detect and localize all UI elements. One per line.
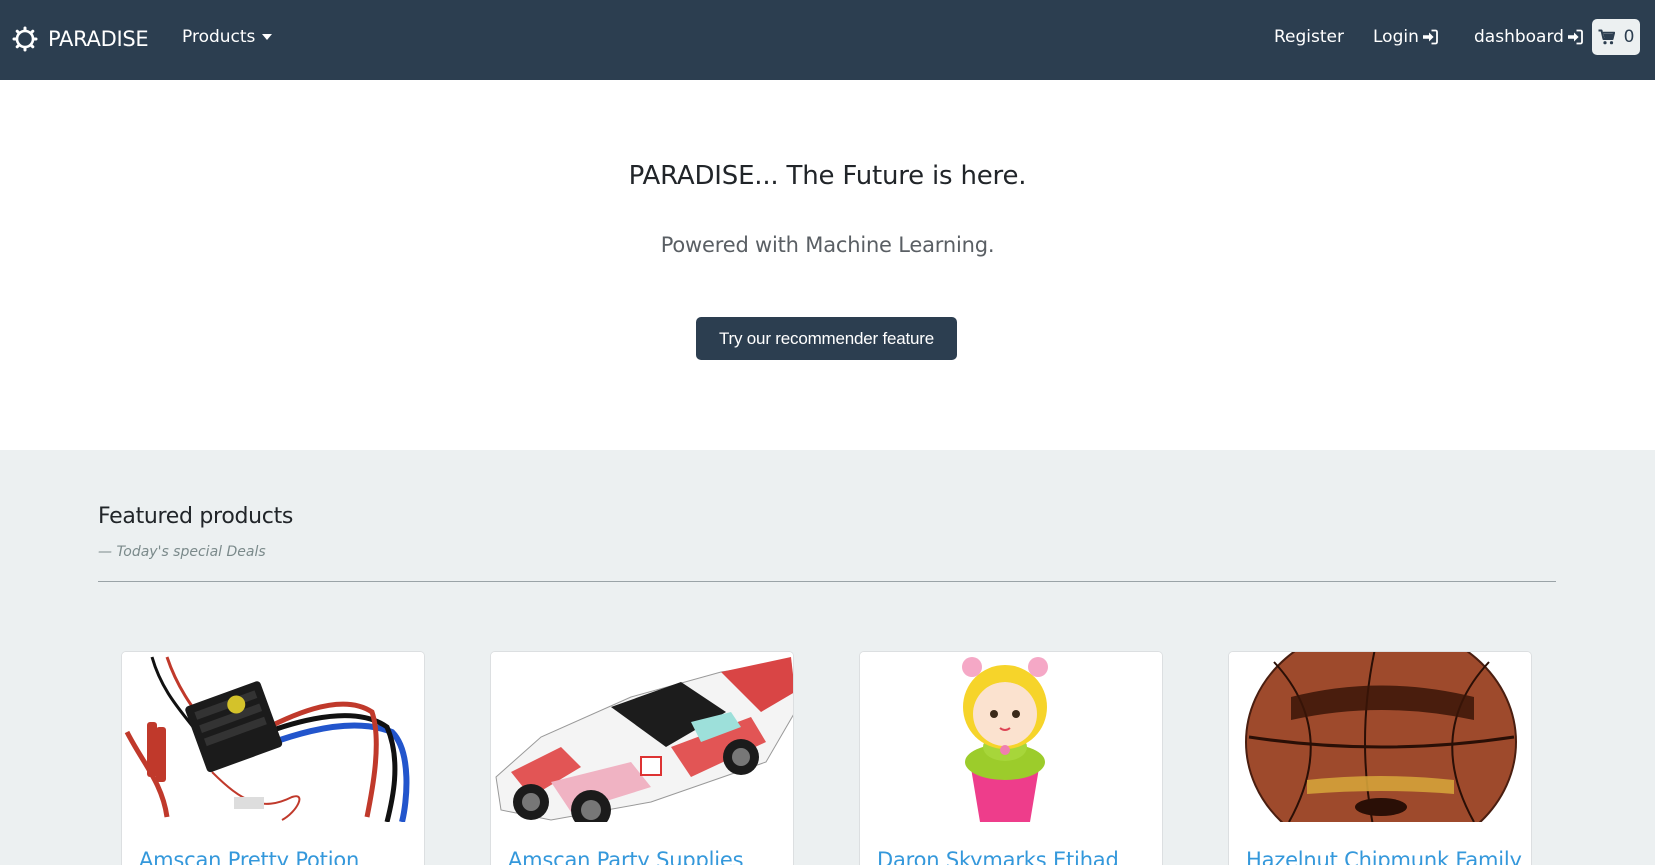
- featured-title: Featured products: [98, 504, 294, 529]
- login-label: Login: [1373, 27, 1419, 47]
- cart-button[interactable]: 0: [1592, 19, 1640, 55]
- product-image[interactable]: [122, 652, 425, 822]
- product-image[interactable]: [1229, 652, 1532, 822]
- products-dropdown[interactable]: Products: [182, 27, 273, 47]
- featured-subtitle: — Today's special Deals: [98, 544, 266, 560]
- hero-title: PARADISE... The Future is here.: [628, 161, 1027, 191]
- product-image[interactable]: [860, 652, 1163, 822]
- register-link[interactable]: Register: [1274, 27, 1344, 47]
- sign-in-icon: [1422, 29, 1438, 45]
- gear-icon: [12, 26, 38, 52]
- hero-section: PARADISE... The Future is here. Powered …: [0, 80, 1655, 450]
- product-card[interactable]: Daron Skymarks Etihad: [859, 651, 1163, 865]
- product-image[interactable]: [491, 652, 794, 822]
- shopping-cart-icon: [1598, 29, 1615, 45]
- product-card[interactable]: Amscan Party Supplies: [490, 651, 794, 865]
- product-title[interactable]: Amscan Party Supplies: [508, 848, 744, 865]
- hero-subtitle: Powered with Machine Learning.: [660, 233, 995, 257]
- product-card[interactable]: Hazelnut Chipmunk Family: [1228, 651, 1532, 865]
- product-card[interactable]: Amscan Pretty Potion: [121, 651, 425, 865]
- product-title[interactable]: Daron Skymarks Etihad: [877, 848, 1119, 865]
- product-title[interactable]: Amscan Pretty Potion: [139, 848, 359, 865]
- brand-link[interactable]: PARADISE: [12, 23, 149, 55]
- register-label: Register: [1274, 27, 1344, 47]
- login-link[interactable]: Login: [1373, 27, 1438, 47]
- divider: [98, 581, 1556, 582]
- caret-down-icon: [262, 34, 273, 40]
- product-title[interactable]: Hazelnut Chipmunk Family: [1246, 848, 1522, 865]
- recommender-button[interactable]: Try our recommender feature: [696, 317, 957, 360]
- navbar: PARADISE Products Register Login dashboa…: [0, 0, 1655, 80]
- cart-count: 0: [1623, 27, 1635, 47]
- dashboard-link[interactable]: dashboard: [1474, 27, 1583, 47]
- products-label: Products: [182, 27, 256, 47]
- brand-name: PARADISE: [48, 27, 149, 51]
- dashboard-label: dashboard: [1474, 27, 1564, 47]
- sign-in-icon: [1567, 29, 1583, 45]
